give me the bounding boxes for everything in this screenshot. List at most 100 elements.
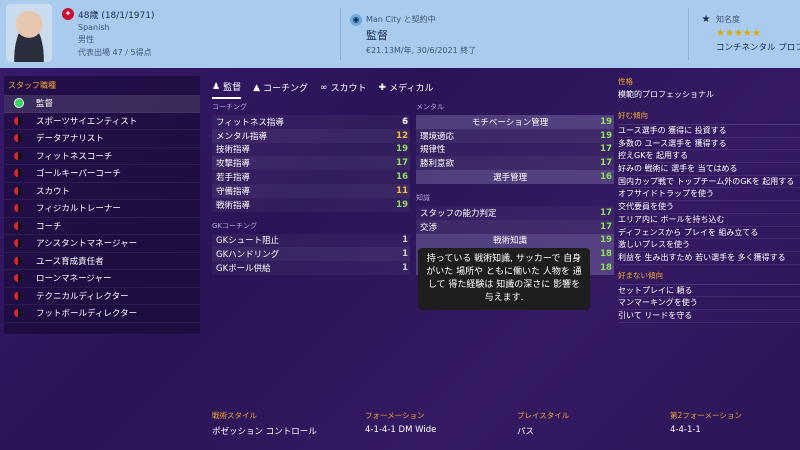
staff-role-item[interactable]: フットボールディレクター [4,305,200,323]
attribute-row[interactable]: スタッフの能力判定 17 [416,205,614,220]
attribute-name: フィットネス指導 [216,117,284,128]
club-badge-icon [14,309,22,318]
attribute-value: 1 [402,249,408,260]
attribute-name: モチベーション管理 [471,117,549,128]
tab-medical[interactable]: ✚ メディカル [379,80,434,99]
club-badge-icon [14,116,22,125]
attribute-row[interactable]: 若手指導 16 [212,170,410,184]
trait-item: 多数の ユース選手を 獲得する [618,138,800,151]
attribute-row[interactable]: 戦術指導 19 [212,197,410,212]
attribute-row[interactable]: フィットネス指導 6 [212,115,410,129]
club-badge-icon [14,274,22,283]
staff-role-label: フィットネスコーチ [36,151,113,162]
profile-header: ✦ 48歳 (18/1/1971) Spanish 男性 代表出場 47 / 5… [0,0,800,68]
club-contract[interactable]: Man City と契約中 [366,14,476,25]
club-badge-icon [14,291,22,300]
wage-contract: €21.13M/年, 30/6/2021 終了 [366,46,477,55]
trait-item: 引いて リードを守る [618,310,800,323]
trait-item: 控えGKを 起用する [618,150,800,164]
attribute-row[interactable]: GKシュート阻止 1 [212,233,410,248]
attribute-value: 19 [600,116,612,127]
star-icon: ★ [701,14,711,25]
attribute-value: 19 [600,235,612,246]
reputation-stars: ★★★★★ [716,28,800,39]
attribute-row[interactable]: 規律性 17 [416,142,614,157]
staff-role-item[interactable]: ユース育成責任者 [4,253,200,270]
staff-role-item[interactable]: アシスタントマネージャー [4,235,200,253]
club-badge-icon [14,169,22,178]
nationality[interactable]: Spanish [78,23,154,32]
attribute-row[interactable]: メンタル指導 12 [212,128,410,143]
staff-role-label: フィジカルトレーナー [36,204,121,215]
trait-item: セットプレイに 頼る [618,285,800,298]
staff-role-item[interactable]: ゴールキーパーコーチ [4,165,200,183]
staff-role-item[interactable]: ローンマネージャー [4,270,200,288]
play-style-value: パス [517,427,535,437]
attribute-row[interactable]: 攻撃指導 17 [212,156,410,171]
club-badge-icon [14,151,22,160]
attribute-value: 1 [402,235,408,246]
gender: 男性 [78,35,94,44]
attribute-name: 選手管理 [493,173,528,184]
staff-role-item[interactable]: フィットネスコーチ [4,148,200,165]
star-icon: ★ [751,28,761,39]
staff-role-item[interactable]: データアナリスト [4,130,200,148]
staff-role-item[interactable]: フィジカルトレーナー [4,200,200,218]
trait-item: ユース選手の 獲得に 投資する [618,125,800,138]
club-badge-icon [14,134,22,143]
club-badge-icon[interactable]: ◉ [350,14,362,26]
trait-item: 好みの 戦術に 選手を 当てはめる [618,163,800,176]
contract-info: ◉ Man City と契約中 監督 €21.13M/年, 30/6/2021 … [350,14,476,56]
attribute-row[interactable]: モチベーション管理 19 [416,115,614,129]
preferences-title: 好む傾向 [618,111,648,120]
staff-role-label: 監督 [36,99,54,110]
attribute-row[interactable]: 環境適応 19 [416,128,614,143]
dislikes-title: 好まない傾向 [618,270,663,280]
personality-value: 模範的プロフェッショナル [618,90,714,99]
star-icon: ★ [733,28,743,39]
avatar [6,4,52,62]
staff-role-label: スポーツサイエンティスト [36,116,138,127]
cone-icon: ▲ [253,82,261,93]
attribute-row[interactable]: 守備指導 11 [212,183,410,198]
attribute-name: GKハンドリング [216,250,280,261]
attribute-row[interactable]: 交渉 17 [416,219,614,234]
tactical-style-value: ポゼッション コントロール [212,427,317,437]
star-icon: ★ [724,28,734,39]
section-title: GKコーチング [212,221,258,230]
personality-title: 性格 [618,77,633,86]
staff-role-item[interactable]: テクニカルディレクター [4,288,200,305]
attribute-name: 規律性 [420,145,446,156]
trait-item: 国内カップ戦で トップチーム外のGKを 起用する [618,176,800,189]
staff-role-item[interactable]: スカウト [4,183,200,200]
second-formation-label: 第2フォーメーション [670,411,742,420]
medical-icon: ✚ [378,82,387,93]
trait-item: 利益を 生み出すため 若い選手を 多く獲得する [618,252,800,265]
reputation-info: ★ 知名度 ★★★★★ コンチネンタル プロファイ [700,14,800,53]
attribute-row[interactable]: 技術指導 19 [212,142,410,157]
tab-manager[interactable]: ♟ 監督 [212,80,242,99]
tab-binoculars[interactable]: ∞ スカウト [320,80,367,99]
staff-role-label: フットボールディレクター [36,309,138,320]
section-title: コーチング [212,103,247,111]
attribute-value: 17 [396,158,408,169]
staff-role-item[interactable]: スポーツサイエンティスト [4,113,200,130]
attribute-name: 攻撃指導 [216,159,251,170]
attribute-name: 技術指導 [216,145,251,156]
personal-info: ✦ 48歳 (18/1/1971) Spanish 男性 代表出場 47 / 5… [62,8,154,58]
dislikes-list: セットプレイに 頼る マンマーキングを使う 引いて リードを守る [618,283,800,323]
preferences-list: ユース選手の 獲得に 投資する 多数の ユース選手を 獲得する 控えGKを 起用する… [618,124,800,265]
staff-role-item[interactable]: 監督 [4,95,200,113]
attribute-row[interactable]: 選手管理 16 [416,170,614,184]
attribute-row[interactable]: GKボール供給 1 [212,261,410,275]
attribute-row[interactable]: 勝利意欲 17 [416,156,614,171]
staff-role-item[interactable]: コーチ [4,218,200,235]
tab-cone[interactable]: ▲ コーチング [253,80,308,99]
reputation-label: 知名度 [716,15,740,24]
trait-item: オフサイドトラップを使う [618,188,800,202]
attribute-row[interactable]: 戦術知識 19 [416,233,614,248]
attribute-row[interactable]: GKハンドリング 1 [212,247,410,262]
attribute-name: 勝利意欲 [420,159,455,170]
coaching-column: コーチング フィットネス指導 6 メンタル指導 12 技術指導 19 攻撃指導 17 若手指導 1… [212,102,410,275]
section-title: メンタル [416,103,444,111]
